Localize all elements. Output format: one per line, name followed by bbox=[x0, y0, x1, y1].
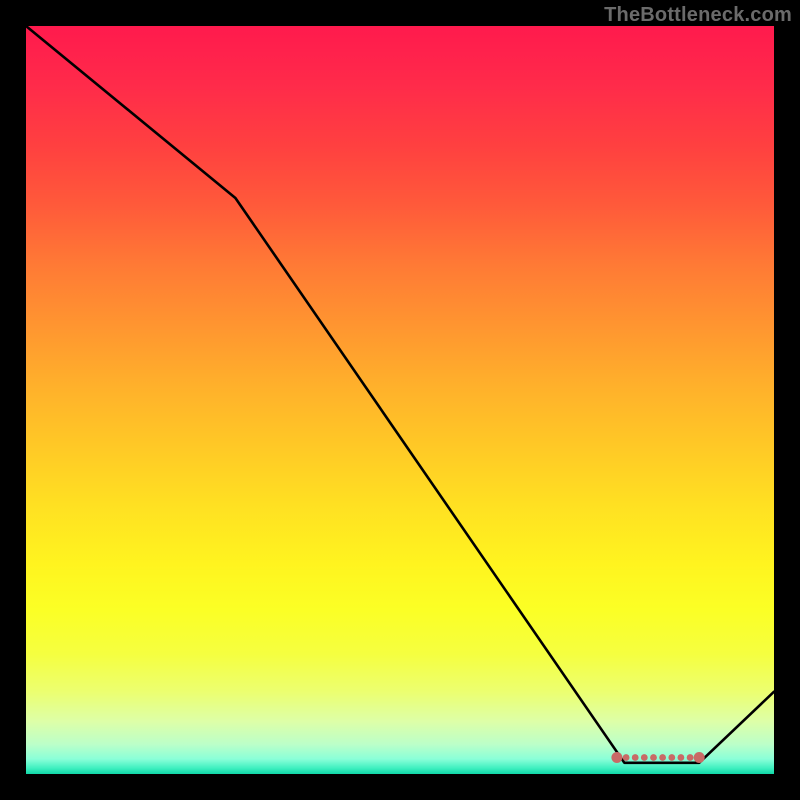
optimal-marker bbox=[611, 752, 704, 763]
watermark-label: TheBottleneck.com bbox=[604, 4, 792, 27]
chart-overlay bbox=[0, 0, 800, 800]
bottleneck-line bbox=[26, 26, 774, 763]
chart-container: TheBottleneck.com bbox=[0, 0, 800, 800]
